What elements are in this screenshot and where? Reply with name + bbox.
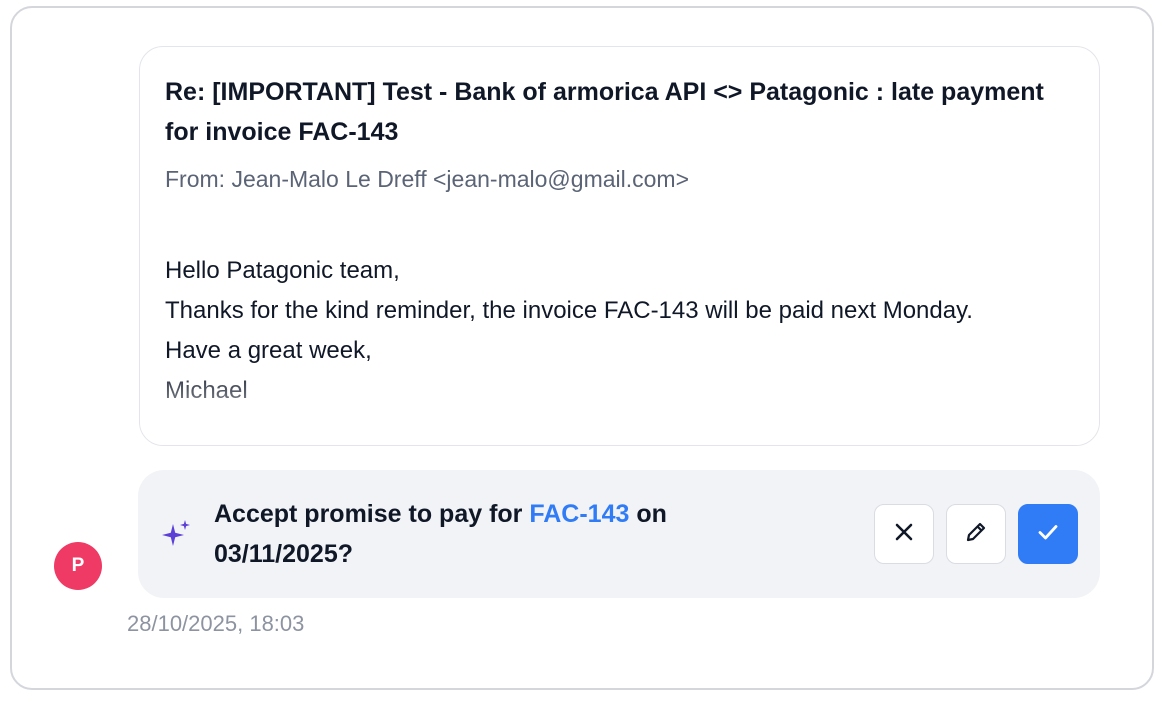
check-icon — [1036, 520, 1060, 549]
close-icon — [893, 521, 915, 548]
promise-to-pay-suggestion: Accept promise to pay for FAC-143 on 03/… — [138, 470, 1100, 598]
message-timestamp: 28/10/2025, 18:03 — [127, 611, 305, 636]
accept-button[interactable] — [1018, 504, 1078, 564]
edit-button[interactable] — [946, 504, 1006, 564]
pencil-icon — [963, 519, 989, 550]
email-body-line: Michael — [165, 377, 248, 404]
reject-button[interactable] — [874, 504, 934, 564]
email-body-line: Hello Patagonic team, — [165, 257, 400, 284]
suggestion-prefix: Accept promise to pay for — [214, 500, 530, 528]
suggestion-text: Accept promise to pay for FAC-143 on 03/… — [214, 494, 774, 574]
sparkle-icon — [160, 518, 192, 550]
invoice-link[interactable]: FAC-143 — [529, 500, 629, 528]
message-panel: Re: [IMPORTANT] Test - Bank of armorica … — [10, 6, 1154, 690]
avatar: P — [54, 542, 102, 590]
email-body-line: Have a great week, — [165, 337, 372, 364]
email-subject: Re: [IMPORTANT] Test - Bank of armorica … — [165, 78, 1044, 146]
email-sender: From: Jean-Malo Le Dreff <jean-malo@gmai… — [165, 166, 690, 192]
email-body: Hello Patagonic team, Thanks for the kin… — [165, 251, 1045, 411]
email-body-line: Thanks for the kind reminder, the invoic… — [165, 297, 973, 324]
email-preview-card[interactable]: Re: [IMPORTANT] Test - Bank of armorica … — [139, 46, 1100, 446]
